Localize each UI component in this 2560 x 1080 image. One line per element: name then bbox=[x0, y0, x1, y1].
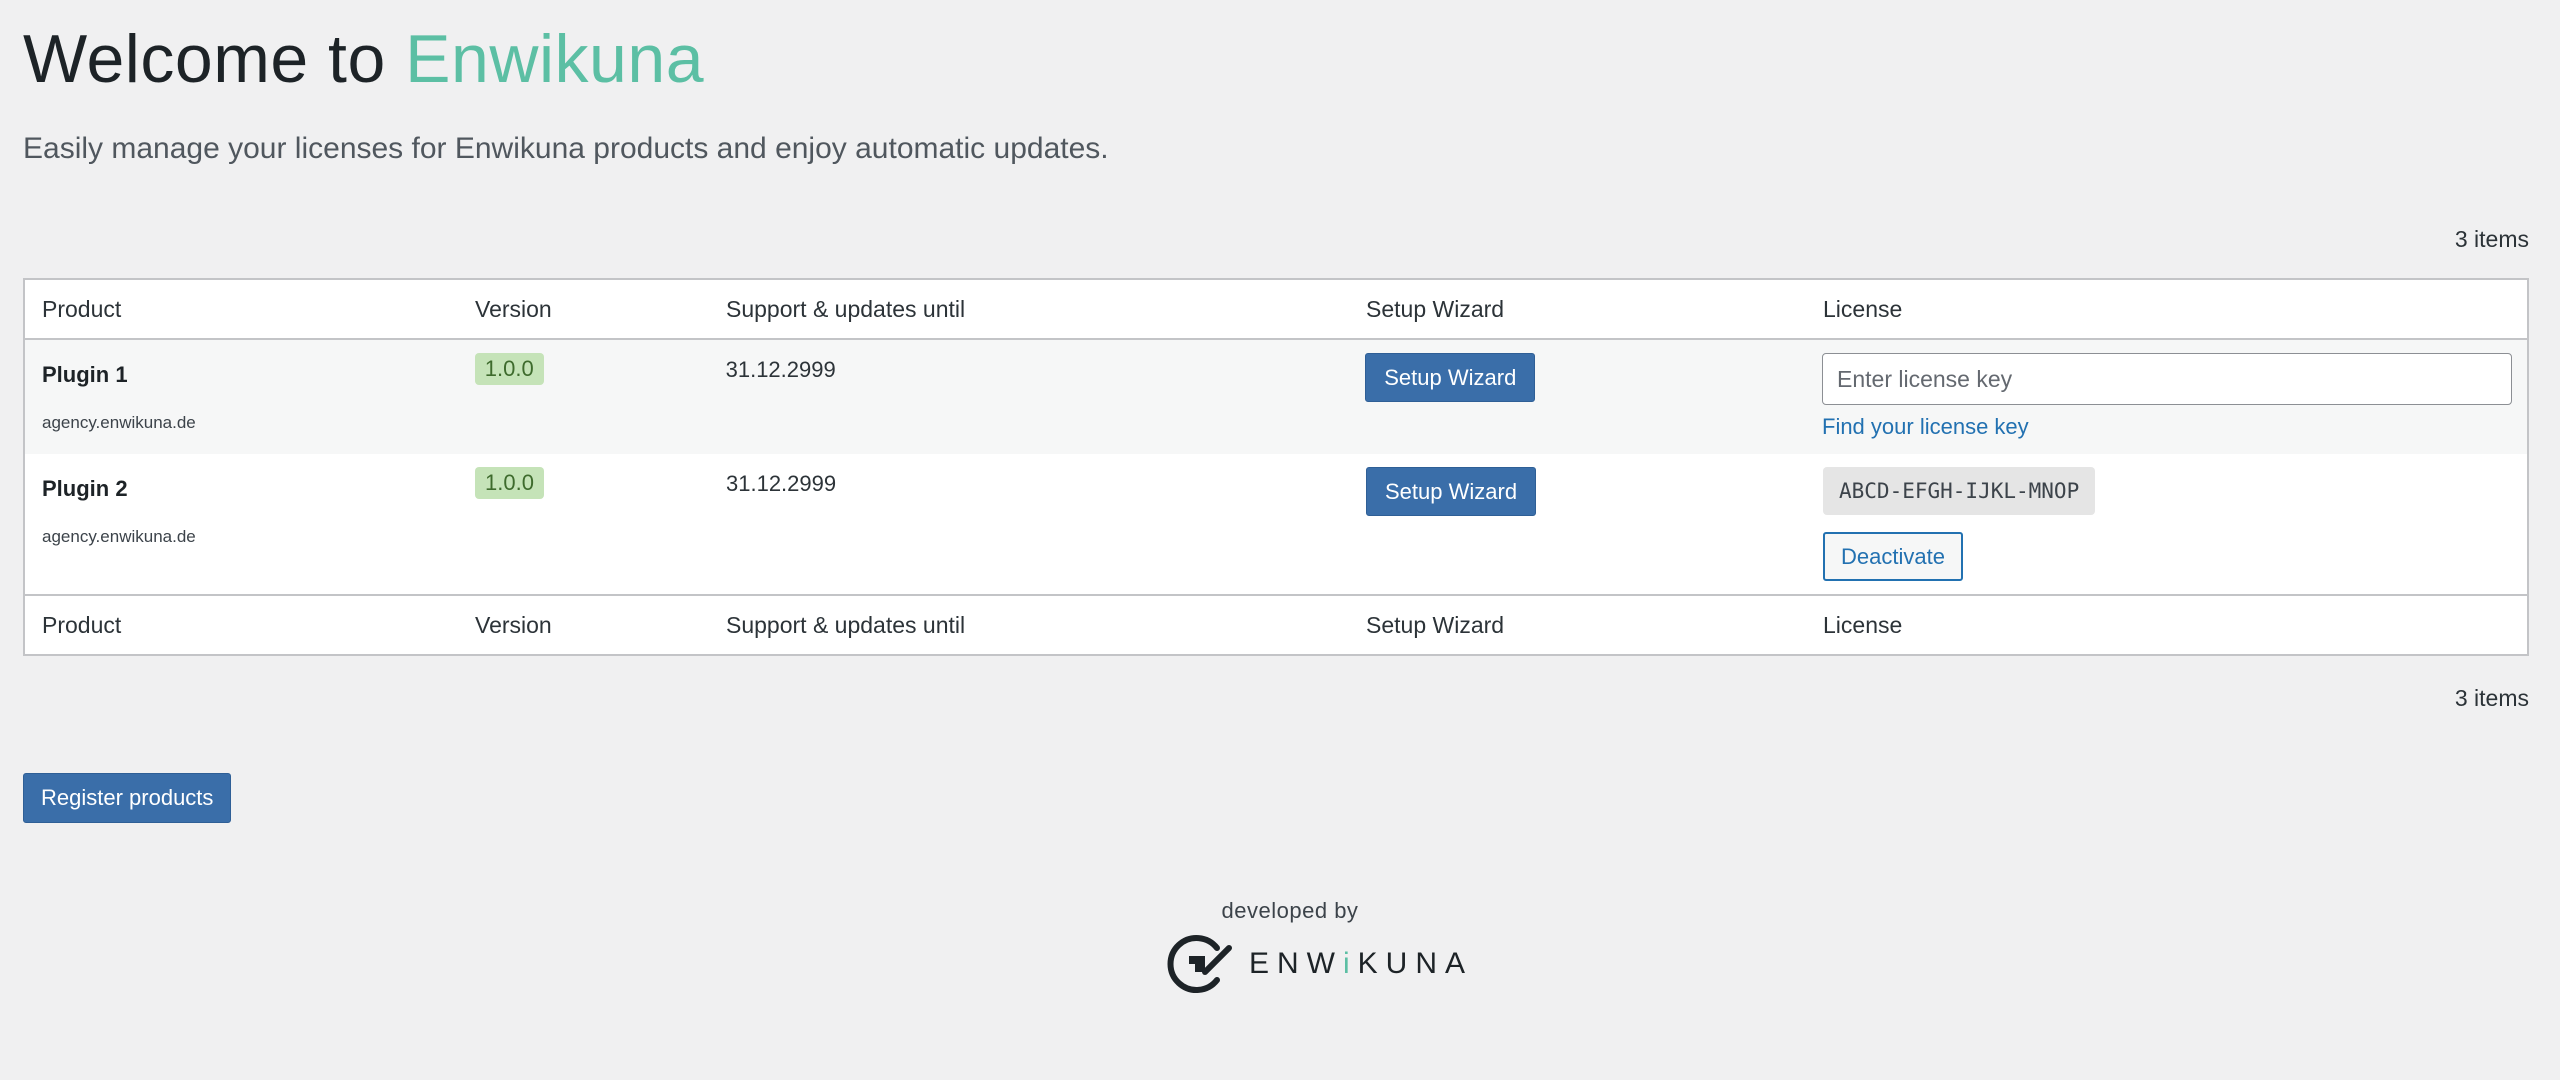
column-header-license: License bbox=[1823, 295, 1903, 322]
page: Welcome to Enwikuna Easily manage your l… bbox=[0, 0, 2560, 1080]
setup-cell: Setup Wizard bbox=[1348, 340, 1805, 402]
enwikuna-logo-icon bbox=[1167, 935, 1232, 993]
license-cell: Find your license key bbox=[1805, 340, 2527, 440]
column-header-support: Support & updates until bbox=[726, 295, 966, 322]
version-badge: 1.0.0 bbox=[474, 353, 544, 385]
footer: developed by ENWiKUNA bbox=[0, 898, 2560, 993]
version-badge: 1.0.0 bbox=[475, 467, 544, 499]
product-domain: agency.enwikuna.de bbox=[42, 413, 196, 432]
table-header-row: Product Version Support & updates until … bbox=[25, 280, 2527, 340]
product-domain: agency.enwikuna.de bbox=[42, 527, 196, 546]
column-header-version: Version bbox=[475, 295, 552, 322]
column-header-setup-wizard: Setup Wizard bbox=[1366, 295, 1505, 322]
product-name: Plugin 1 bbox=[42, 362, 128, 387]
find-license-key-link[interactable]: Find your license key bbox=[1822, 414, 2029, 440]
licenses-table: Product Version Support & updates until … bbox=[23, 278, 2529, 656]
title-prefix: Welcome to bbox=[23, 21, 386, 97]
items-count-top: 3 items bbox=[2454, 226, 2529, 252]
product-name: Plugin 2 bbox=[42, 476, 128, 501]
register-products-button[interactable]: Register products bbox=[23, 773, 232, 823]
column-header-product: Product bbox=[42, 295, 122, 322]
license-key-input[interactable] bbox=[1822, 353, 2512, 405]
column-footer-setup-wizard: Setup Wizard bbox=[1366, 611, 1505, 638]
setup-cell: Setup Wizard bbox=[1349, 454, 1806, 516]
version-cell: 1.0.0 bbox=[458, 454, 709, 499]
support-until-date: 31.12.2999 bbox=[725, 357, 836, 382]
developed-by-label: developed by bbox=[1221, 898, 1359, 923]
product-cell: Plugin 2 agency.enwikuna.de bbox=[25, 454, 458, 547]
setup-wizard-button[interactable]: Setup Wizard bbox=[1365, 353, 1536, 402]
title-brand: Enwikuna bbox=[405, 21, 705, 97]
version-cell: 1.0.0 bbox=[458, 340, 709, 385]
table-row: Plugin 2 agency.enwikuna.de 1.0.0 31.12.… bbox=[25, 454, 2527, 594]
items-count-bottom: 3 items bbox=[2454, 685, 2529, 711]
logo-text-part: ENW bbox=[1249, 947, 1343, 980]
product-cell: Plugin 1 agency.enwikuna.de bbox=[25, 340, 458, 433]
column-footer-support: Support & updates until bbox=[726, 611, 966, 638]
enwikuna-logo-wordmark: ENWiKUNA bbox=[1249, 947, 1473, 981]
license-key-display: ABCD-EFGH-IJKL-MNOP bbox=[1823, 467, 2096, 515]
support-cell: 31.12.2999 bbox=[709, 454, 1349, 497]
column-footer-license: License bbox=[1823, 611, 1903, 638]
deactivate-button[interactable]: Deactivate bbox=[1823, 532, 1963, 581]
license-cell: ABCD-EFGH-IJKL-MNOP Deactivate bbox=[1806, 454, 2527, 581]
table-row: Plugin 1 agency.enwikuna.de 1.0.0 31.12.… bbox=[25, 340, 2527, 454]
logo-text-accent: i bbox=[1343, 947, 1358, 980]
page-subtitle: Easily manage your licenses for Enwikuna… bbox=[23, 132, 1109, 165]
enwikuna-logo[interactable]: ENWiKUNA bbox=[1165, 934, 1473, 994]
support-cell: 31.12.2999 bbox=[709, 340, 1349, 383]
page-title: Welcome to Enwikuna bbox=[23, 20, 704, 98]
logo-text-part: KUNA bbox=[1357, 947, 1474, 980]
table-footer-row: Product Version Support & updates until … bbox=[25, 594, 2527, 654]
column-footer-version: Version bbox=[475, 611, 552, 638]
support-until-date: 31.12.2999 bbox=[726, 471, 837, 496]
column-footer-product: Product bbox=[42, 611, 122, 638]
setup-wizard-button[interactable]: Setup Wizard bbox=[1366, 467, 1537, 516]
